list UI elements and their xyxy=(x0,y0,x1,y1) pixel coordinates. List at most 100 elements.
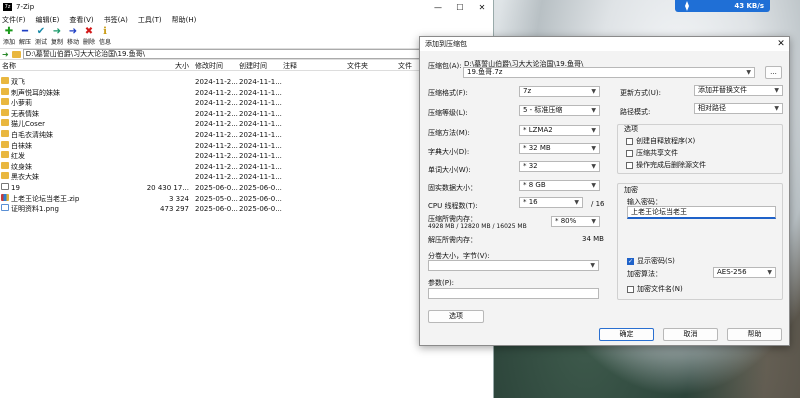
encrypt-names-label: 加密文件名(N) xyxy=(637,285,683,293)
cell-modified: 2024-11-2... xyxy=(195,173,238,182)
col-modified[interactable]: 修改时间 xyxy=(195,61,223,71)
dialog-close-icon[interactable]: ✕ xyxy=(773,39,789,49)
checkbox-box xyxy=(627,285,634,293)
col-folders[interactable]: 文件夹 xyxy=(347,61,368,71)
enc-method-select[interactable]: AES-256 ▼ xyxy=(713,267,776,278)
format-value: 7z xyxy=(523,87,532,95)
network-speed: 43 KB/s xyxy=(734,2,764,10)
chevron-down-icon: ▼ xyxy=(774,87,779,94)
cell-name: 红发 xyxy=(11,152,25,161)
mem-value: * 80% xyxy=(555,217,577,225)
password-input[interactable]: 上老王论坛当老王 xyxy=(627,206,776,219)
cell-created: 2024-11-1... xyxy=(239,78,282,86)
cell-created: 2025-06-0... xyxy=(239,183,282,192)
encrypt-names-checkbox[interactable]: 加密文件名(N) xyxy=(627,284,683,294)
cancel-button[interactable]: 取消 xyxy=(663,328,718,341)
cell-created: 2024-11-1... xyxy=(239,109,282,118)
close-icon[interactable]: ✕ xyxy=(471,3,493,12)
toolbar-button-0[interactable]: ✚ 添加 xyxy=(1,26,17,46)
pathmode-label: 路径模式: xyxy=(620,108,651,116)
enc-method-value: AES-256 xyxy=(717,268,747,276)
delete-label: 操作完成后删除源文件 xyxy=(636,161,706,169)
mem-select[interactable]: * 80% ▼ xyxy=(551,216,600,227)
window-controls: — ☐ ✕ xyxy=(427,3,493,12)
cell-created: 2024-11-1... xyxy=(239,152,282,161)
chevron-down-icon: ▼ xyxy=(591,163,596,170)
menu-help[interactable]: 帮助(H) xyxy=(172,15,197,25)
method-value: * LZMA2 xyxy=(523,126,553,134)
cell-modified: 2025-05-0... xyxy=(195,194,238,203)
method-select[interactable]: * LZMA2 ▼ xyxy=(519,125,600,136)
cell-size: 3 324 xyxy=(168,194,189,203)
help-button[interactable]: 帮助 xyxy=(727,328,782,341)
chevron-down-icon: ▼ xyxy=(591,218,596,225)
cpu-select[interactable]: * 16 ▼ xyxy=(519,197,583,208)
copy-icon: ➜ xyxy=(52,26,62,37)
update-select[interactable]: 添加并替换文件 ▼ xyxy=(694,85,783,96)
checkbox-box xyxy=(626,137,633,145)
show-password-label: 显示密码(S) xyxy=(637,257,675,265)
menu-tools[interactable]: 工具(T) xyxy=(138,15,162,25)
toolbar-button-6[interactable]: ℹ 信息 xyxy=(97,26,113,46)
toolbar-label: 信息 xyxy=(98,39,111,46)
level-select[interactable]: 5 - 标准压缩 ▼ xyxy=(519,105,600,116)
chevron-down-icon: ▼ xyxy=(767,269,772,276)
up-folder-icon[interactable]: ➜ xyxy=(2,50,9,59)
chevron-down-icon: ▼ xyxy=(591,145,596,152)
cell-created: 2024-11-1... xyxy=(239,88,282,97)
params-input[interactable] xyxy=(428,288,599,299)
update-value: 添加并替换文件 xyxy=(698,86,747,94)
menu-file[interactable]: 文件(F) xyxy=(2,15,26,25)
maximize-icon[interactable]: ☐ xyxy=(449,3,471,12)
cpu-total: / 16 xyxy=(591,200,605,208)
sfx-checkbox[interactable]: 创建自释放程序(X) xyxy=(626,136,695,146)
pathmode-value: 相对路径 xyxy=(698,104,726,112)
zip-file-icon xyxy=(1,193,9,201)
col-name[interactable]: 名称 xyxy=(2,61,16,71)
rocket-icon xyxy=(685,1,689,11)
dict-select[interactable]: * 32 MB ▼ xyxy=(519,143,600,154)
minimize-icon[interactable]: — xyxy=(427,3,449,12)
toolbar-label: 复制 xyxy=(50,39,63,46)
mem-detail: 4928 MB / 12820 MB / 16025 MB xyxy=(428,223,527,230)
checkbox-box xyxy=(626,161,633,169)
menu-bookmarks[interactable]: 书签(A) xyxy=(104,15,128,25)
format-select[interactable]: 7z ▼ xyxy=(519,86,600,97)
network-speed-widget[interactable]: 43 KB/s xyxy=(675,0,770,12)
toolbar-label: 移动 xyxy=(66,39,79,46)
checkbox-box xyxy=(626,149,633,157)
ok-button[interactable]: 确定 xyxy=(599,328,654,341)
method-label: 压缩方法(M): xyxy=(428,129,470,137)
options-button[interactable]: 选项 xyxy=(428,310,484,323)
cell-name: 纹身妹 xyxy=(11,162,32,171)
toolbar-button-3[interactable]: ➜ 复制 xyxy=(49,26,65,46)
col-created[interactable]: 创建时间 xyxy=(239,61,267,71)
menu-edit[interactable]: 编辑(E) xyxy=(36,15,60,25)
shared-checkbox[interactable]: 压缩共享文件 xyxy=(626,148,678,158)
col-comment[interactable]: 注释 xyxy=(283,61,297,71)
folder-icon xyxy=(1,172,9,180)
cell-name: 猫儿Coser xyxy=(11,120,46,129)
col-files[interactable]: 文件 xyxy=(398,61,412,71)
solid-value: * 8 GB xyxy=(523,181,546,189)
archive-name-combo[interactable]: 19.鱼哥.7z ▼ xyxy=(463,67,755,78)
info-icon: ℹ xyxy=(103,26,107,37)
word-select[interactable]: * 32 ▼ xyxy=(519,161,600,172)
split-select[interactable]: ▼ xyxy=(428,260,599,271)
toolbar-button-4[interactable]: ➜ 移动 xyxy=(65,26,81,46)
toolbar-button-1[interactable]: ━ 解压 xyxy=(17,26,33,46)
cell-modified: 2025-06-0... xyxy=(195,205,238,214)
pathmode-select[interactable]: 相对路径 ▼ xyxy=(694,103,783,114)
col-size[interactable]: 大小 xyxy=(175,61,189,71)
update-label: 更新方式(U): xyxy=(620,89,661,97)
toolbar-button-5[interactable]: ✖ 删除 xyxy=(81,26,97,46)
show-password-checkbox[interactable]: ✓ 显示密码(S) xyxy=(627,256,675,266)
dict-label: 字典大小(D): xyxy=(428,148,470,156)
menu-view[interactable]: 查看(V) xyxy=(69,15,93,25)
cell-modified: 2025-06-0... xyxy=(195,183,238,192)
browse-button[interactable]: ... xyxy=(765,66,782,79)
solid-select[interactable]: * 8 GB ▼ xyxy=(519,180,600,191)
cell-created: 2024-11-1... xyxy=(239,99,282,108)
delete-checkbox[interactable]: 操作完成后删除源文件 xyxy=(626,160,706,170)
toolbar-button-2[interactable]: ✔ 测试 xyxy=(33,26,49,46)
